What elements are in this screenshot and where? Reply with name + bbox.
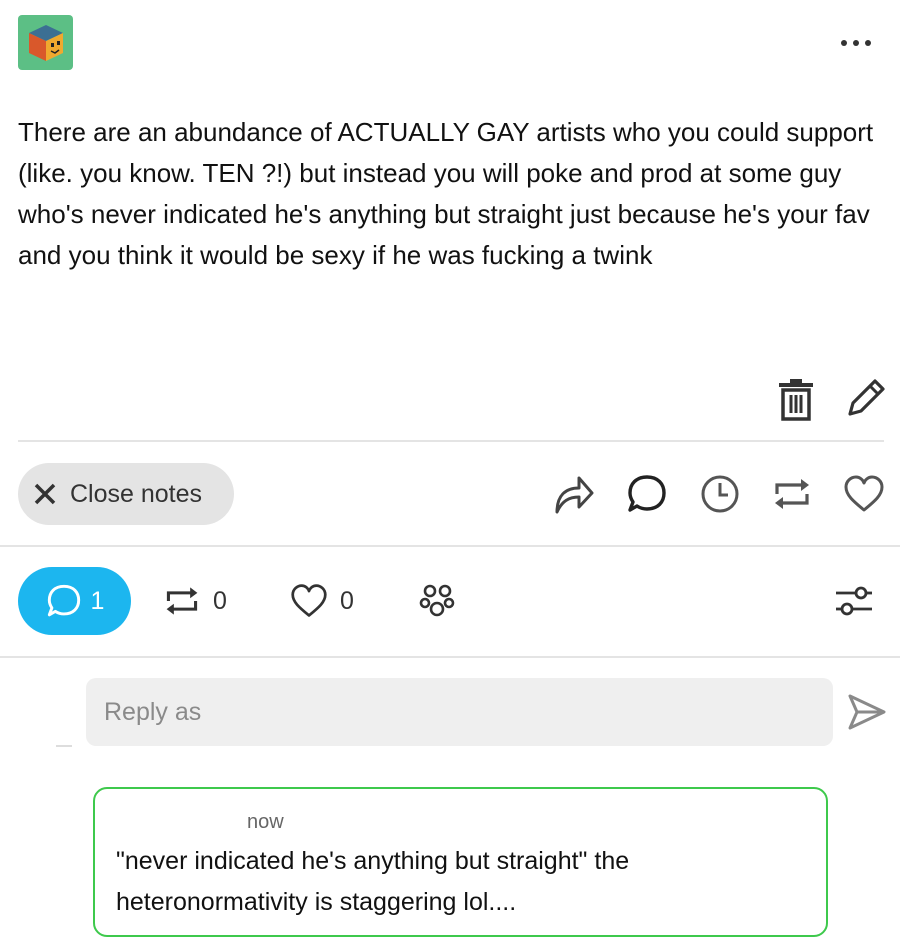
reblog-icon: [166, 587, 198, 615]
clock-icon[interactable]: [699, 472, 741, 516]
likes-tab[interactable]: 0: [290, 580, 354, 622]
communities-icon[interactable]: [418, 583, 456, 619]
cube-face-icon: [28, 24, 63, 61]
post-body: There are an abundance of ACTUALLY GAY a…: [18, 117, 874, 270]
reply-timestamp: now: [247, 811, 284, 833]
reblog-icon[interactable]: [771, 472, 813, 516]
comments-count: 1: [90, 586, 105, 615]
divider: [0, 545, 900, 547]
reblogs-count: 0: [213, 586, 227, 615]
heart-icon[interactable]: [843, 472, 885, 516]
close-icon: [34, 483, 56, 505]
reply-card: now "never indicated he's anything but s…: [93, 787, 828, 937]
reply-input[interactable]: [86, 678, 833, 746]
likes-count: 0: [340, 586, 354, 615]
divider: [56, 745, 72, 747]
heart-icon: [291, 584, 327, 617]
divider: [18, 440, 884, 442]
close-notes-button[interactable]: Close notes: [18, 463, 234, 525]
share-icon[interactable]: [553, 472, 595, 516]
avatar[interactable]: [18, 15, 73, 70]
send-icon[interactable]: [846, 692, 888, 732]
comment-icon: [47, 584, 80, 617]
reply-text: "never indicated he's anything but strai…: [116, 847, 630, 916]
pencil-icon[interactable]: [845, 377, 887, 419]
close-notes-label: Close notes: [70, 479, 203, 508]
filter-settings-icon[interactable]: [834, 583, 874, 619]
comments-tab[interactable]: 1: [18, 567, 131, 635]
reblogs-tab[interactable]: 0: [163, 580, 227, 622]
divider: [0, 656, 900, 658]
more-horizontal-icon[interactable]: [836, 30, 876, 56]
trash-icon[interactable]: [776, 379, 816, 421]
comment-icon[interactable]: [626, 472, 668, 516]
